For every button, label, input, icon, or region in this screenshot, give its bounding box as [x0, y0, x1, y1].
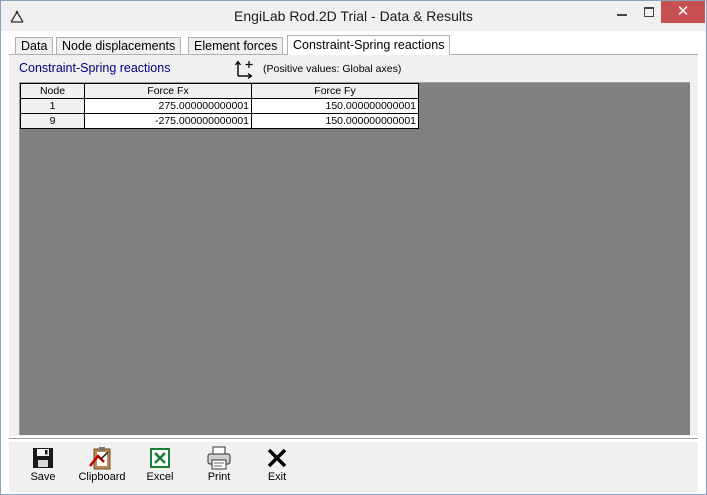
- column-header-node[interactable]: Node: [20, 83, 85, 99]
- tab-data[interactable]: Data: [15, 37, 54, 54]
- floppy-disk-icon: [33, 448, 53, 468]
- print-label: Print: [207, 471, 231, 483]
- exit-button[interactable]: Exit: [259, 446, 295, 492]
- window-title: EngiLab Rod.2D Trial - Data & Results: [234, 8, 473, 24]
- tab-constraint-spring-reactions[interactable]: Constraint-Spring reactions: [287, 35, 451, 55]
- force-fy-cell[interactable]: 150.000000000001: [251, 98, 419, 114]
- maximize-icon: [644, 7, 654, 17]
- excel-button[interactable]: Excel: [139, 446, 181, 492]
- close-button[interactable]: ✕: [661, 1, 705, 23]
- clipboard-icon: [89, 447, 111, 470]
- title-bar[interactable]: EngiLab Rod.2D Trial - Data & Results ✕: [1, 1, 706, 31]
- save-label: Save: [30, 471, 56, 483]
- minimize-button[interactable]: [608, 1, 636, 23]
- table-row[interactable]: 9 -275.000000000001 150.000000000001: [20, 113, 419, 129]
- force-fx-cell[interactable]: 275.000000000001: [84, 98, 252, 114]
- clipboard-label: Clipboard: [78, 471, 126, 483]
- maximize-button[interactable]: [635, 1, 663, 23]
- printer-icon: [207, 446, 231, 470]
- save-button[interactable]: Save: [23, 446, 63, 492]
- axes-note: (Positive values: Global axes): [263, 63, 402, 75]
- node-cell[interactable]: 1: [20, 98, 85, 114]
- table-row[interactable]: 1 275.000000000001 150.000000000001: [20, 98, 419, 114]
- force-fy-cell[interactable]: 150.000000000001: [251, 113, 419, 129]
- force-fx-cell[interactable]: -275.000000000001: [84, 113, 252, 129]
- reactions-panel: Constraint-Spring reactions (Positive va…: [9, 55, 698, 436]
- x-mark-icon: [267, 448, 287, 468]
- tab-strip: Data Node displacements Element forces C…: [9, 31, 698, 55]
- reactions-table[interactable]: Node Force Fx Force Fy 1 275.00000000000…: [20, 83, 419, 129]
- print-button[interactable]: Print: [199, 446, 239, 492]
- global-axes-icon: [235, 60, 253, 79]
- clipboard-button[interactable]: Clipboard: [71, 446, 133, 492]
- main-window: EngiLab Rod.2D Trial - Data & Results ✕ …: [0, 0, 707, 495]
- exit-label: Exit: [267, 471, 287, 483]
- excel-icon: [150, 448, 170, 468]
- excel-label: Excel: [146, 471, 174, 483]
- column-header-force-fy[interactable]: Force Fy: [251, 83, 419, 99]
- bottom-toolbar: Save Clipboard Excel Print Exit: [9, 442, 698, 492]
- close-icon: ✕: [676, 3, 690, 20]
- minimize-icon: [617, 14, 627, 16]
- tab-element-forces[interactable]: Element forces: [188, 37, 284, 54]
- column-header-force-fx[interactable]: Force Fx: [84, 83, 252, 99]
- results-grid[interactable]: Node Force Fx Force Fy 1 275.00000000000…: [19, 82, 690, 435]
- content-area: Data Node displacements Element forces C…: [9, 31, 698, 436]
- panel-title: Constraint-Spring reactions: [19, 61, 171, 75]
- table-header-row: Node Force Fx Force Fy: [20, 83, 419, 99]
- node-cell[interactable]: 9: [20, 113, 85, 129]
- tab-node-displacements[interactable]: Node displacements: [56, 37, 182, 54]
